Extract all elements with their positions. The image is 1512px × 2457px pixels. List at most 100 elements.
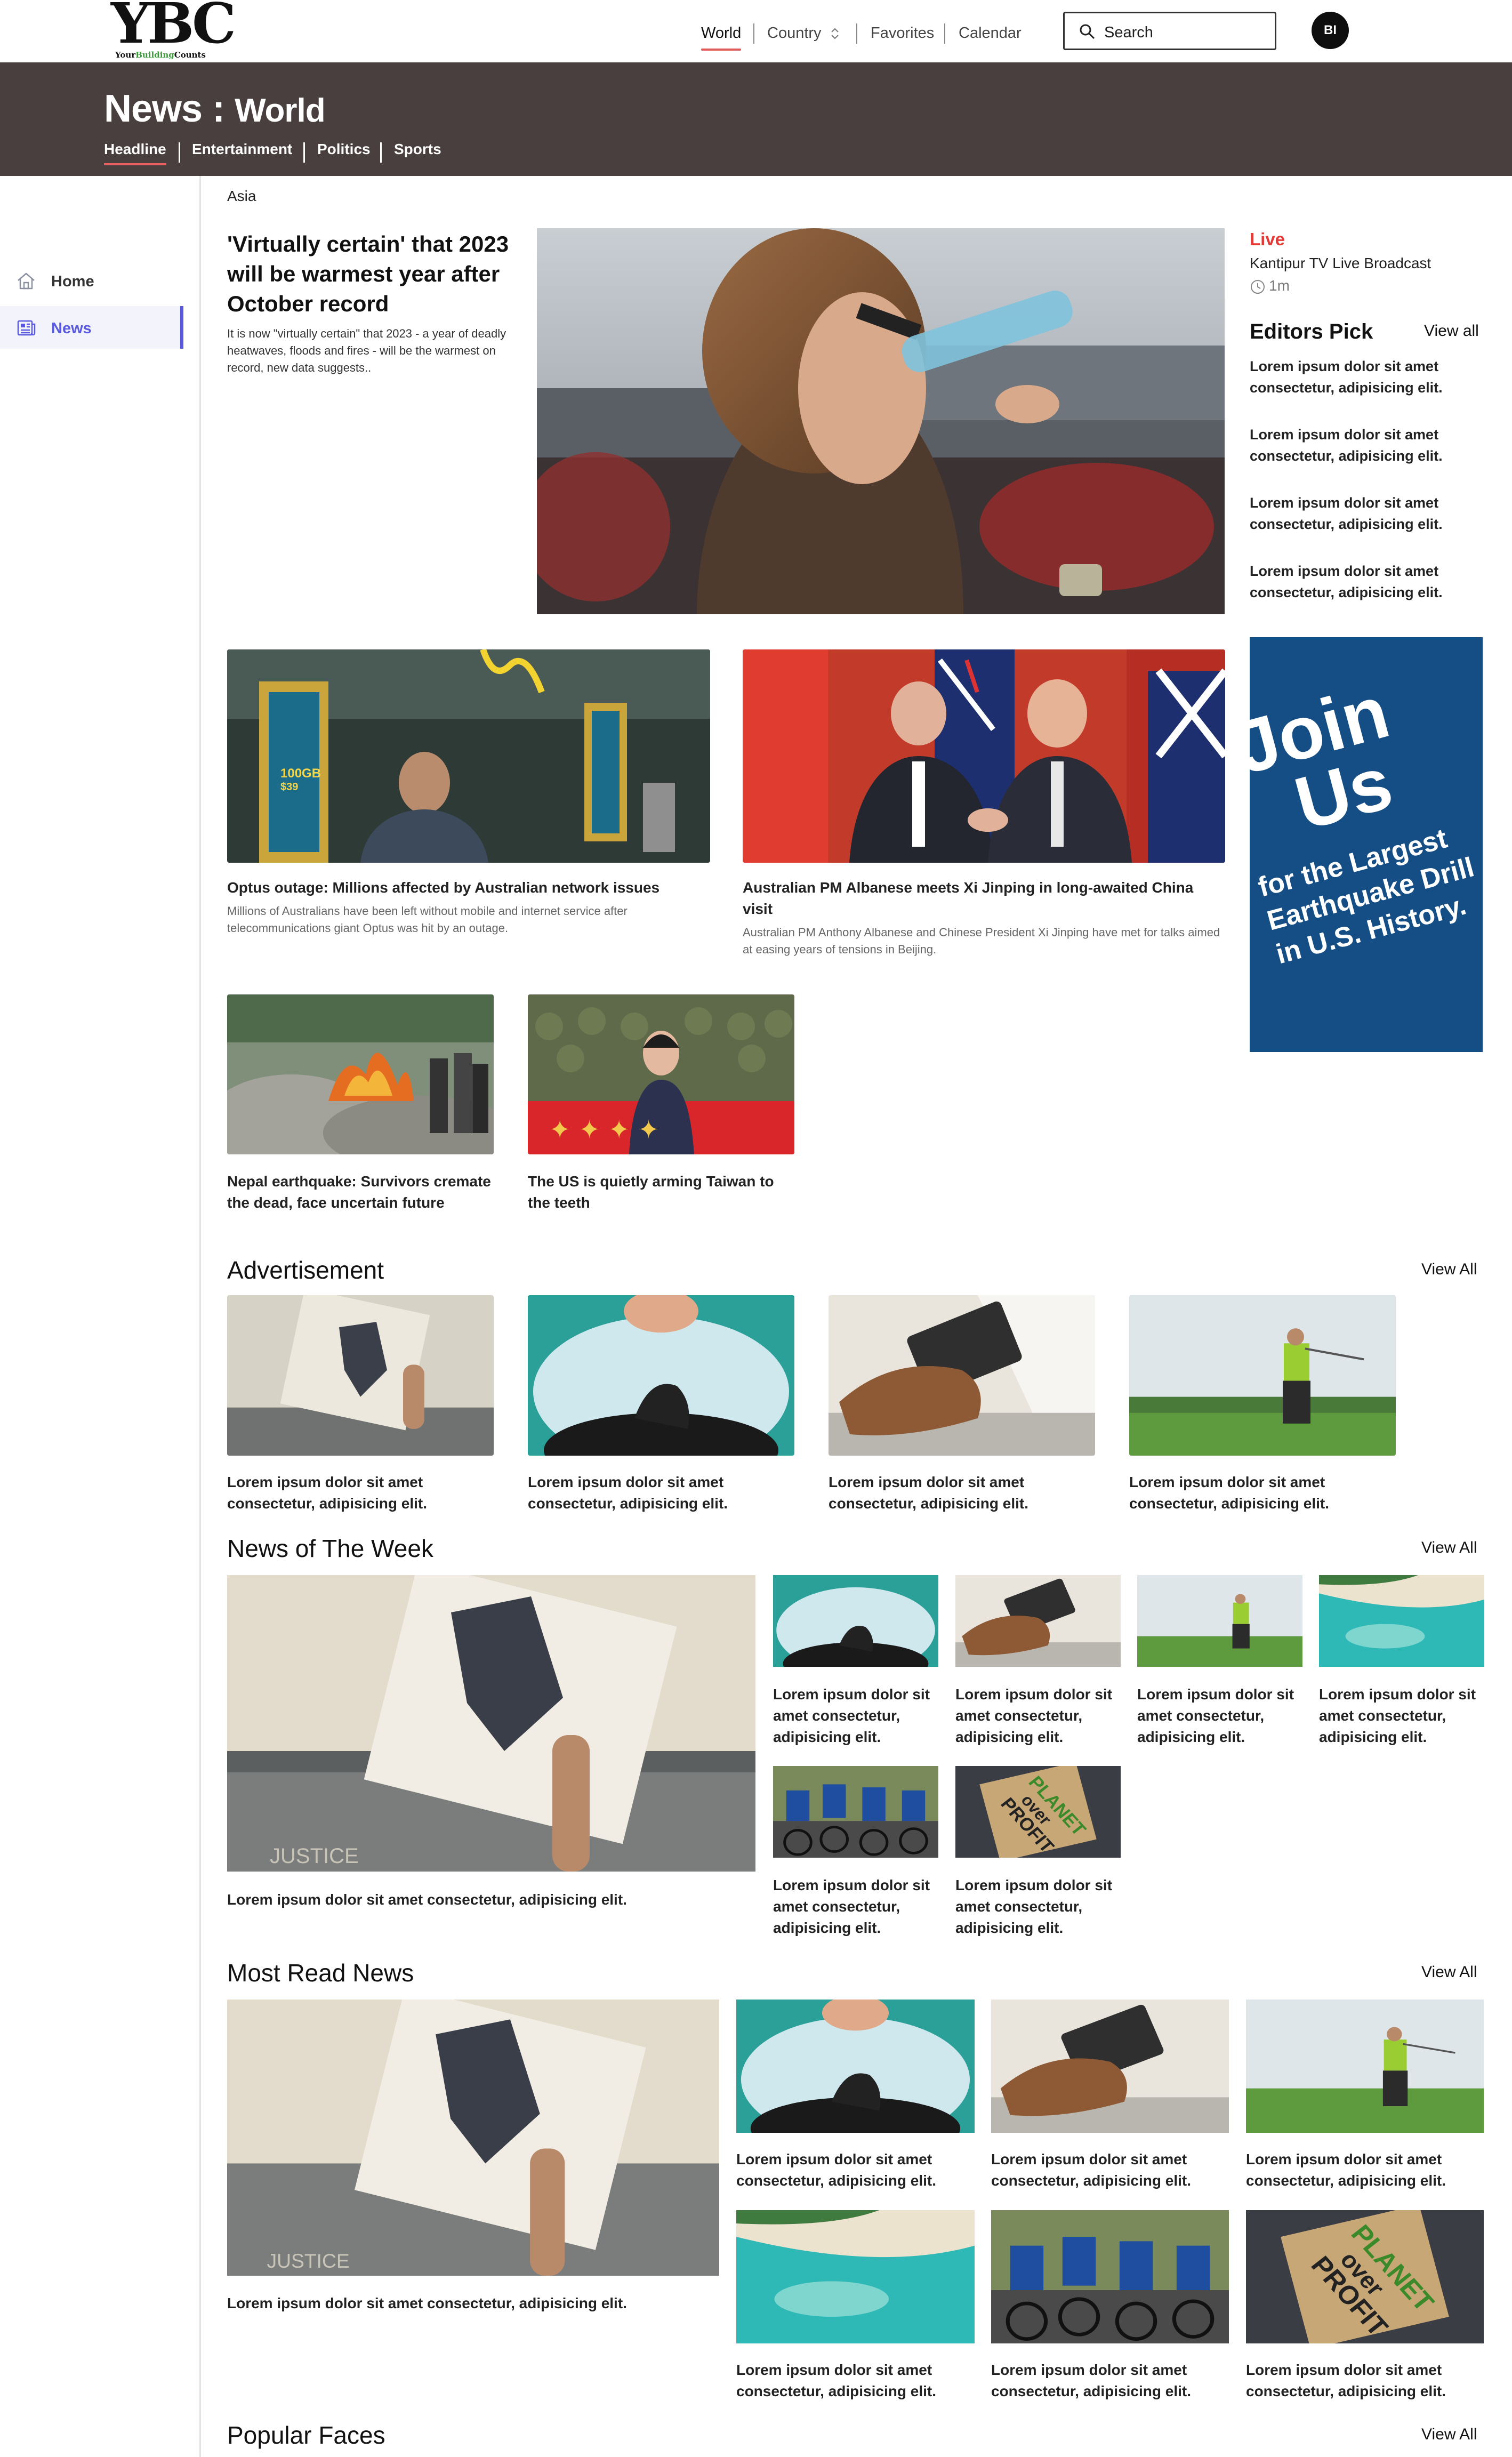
- most-read-thumb-planet-sign[interactable]: PLANET over PROFIT: [1246, 2210, 1484, 2343]
- week-main-image[interactable]: JUSTICE: [227, 1575, 755, 1872]
- ad-image-card[interactable]: [829, 1295, 1095, 1456]
- search-input[interactable]: Search: [1063, 12, 1276, 50]
- week-caption[interactable]: Lorem ipsum dolor sit amet consectetur, …: [773, 1684, 938, 1748]
- editors-pick-item[interactable]: Lorem ipsum dolor sit amet consectetur, …: [1250, 424, 1484, 467]
- week-caption[interactable]: Lorem ipsum dolor sit amet consectetur, …: [955, 1875, 1121, 1939]
- week-thumb-hug[interactable]: [773, 1575, 938, 1667]
- most-read-main-image[interactable]: JUSTICE: [227, 2000, 719, 2276]
- week-thumb-cyclists[interactable]: [773, 1766, 938, 1858]
- nav-favorites[interactable]: Favorites: [871, 25, 934, 42]
- nav-divider: [856, 23, 857, 44]
- advertisement-title: Advertisement: [227, 1256, 384, 1284]
- lead-headline[interactable]: 'Virtually certain' that 2023 will be wa…: [227, 229, 515, 319]
- chevron-updown-icon: [831, 28, 839, 39]
- tab-entertainment[interactable]: Entertainment: [192, 141, 292, 158]
- week-thumb-beach[interactable]: [1319, 1575, 1484, 1667]
- top-bar: YBC YourBuildingCounts World Country Fav…: [0, 0, 1512, 62]
- optus-headline[interactable]: Optus outage: Millions affected by Austr…: [227, 877, 710, 898]
- most-read-title: Most Read News: [227, 1959, 414, 1987]
- most-read-caption[interactable]: Lorem ipsum dolor sit amet consectetur, …: [1246, 2149, 1484, 2191]
- week-caption[interactable]: Lorem ipsum dolor sit amet consectetur, …: [773, 1875, 938, 1939]
- editors-view-all[interactable]: View all: [1424, 322, 1479, 340]
- sidebar-item-news[interactable]: News: [0, 306, 183, 349]
- taiwan-headline[interactable]: The US is quietly arming Taiwan to the t…: [528, 1171, 794, 1214]
- ad-caption[interactable]: Lorem ipsum dolor sit amet consectetur, …: [528, 1472, 794, 1514]
- most-read-thumb-beach[interactable]: [736, 2210, 975, 2343]
- nav-country[interactable]: Country: [767, 25, 841, 42]
- search-icon: [1080, 24, 1095, 39]
- week-caption[interactable]: Lorem ipsum dolor sit amet consectetur, …: [955, 1684, 1121, 1748]
- svg-text:✦ ✦ ✦ ✦: ✦ ✦ ✦ ✦: [549, 1115, 660, 1145]
- editors-pick-item[interactable]: Lorem ipsum dolor sit amet consectetur, …: [1250, 560, 1484, 603]
- svg-text:100GB: 100GB: [280, 766, 321, 781]
- nav-world[interactable]: World: [701, 25, 742, 51]
- search-placeholder: Search: [1104, 24, 1153, 41]
- nav-divider: [944, 23, 945, 44]
- lead-story[interactable]: 'Virtually certain' that 2023 will be wa…: [227, 229, 515, 376]
- week-view-all[interactable]: View All: [1421, 1539, 1477, 1557]
- live-time: 1m: [1250, 277, 1290, 295]
- taiwan-image[interactable]: ✦ ✦ ✦ ✦: [528, 994, 794, 1154]
- newspaper-icon: [17, 320, 36, 336]
- ad-image-golf[interactable]: [1129, 1295, 1396, 1456]
- tab-headline[interactable]: Headline: [104, 141, 166, 165]
- most-read-caption[interactable]: Lorem ipsum dolor sit amet consectetur, …: [736, 2149, 975, 2191]
- ad-caption[interactable]: Lorem ipsum dolor sit amet consectetur, …: [829, 1472, 1095, 1514]
- popular-view-all[interactable]: View All: [1421, 2426, 1477, 2444]
- lead-image[interactable]: [537, 228, 1225, 614]
- ad-image-protest[interactable]: [227, 1295, 494, 1456]
- user-avatar[interactable]: BI: [1312, 12, 1349, 49]
- sidebar-item-label: Home: [51, 273, 94, 290]
- week-caption[interactable]: Lorem ipsum dolor sit amet consectetur, …: [1319, 1684, 1484, 1748]
- svg-text:JUSTICE: JUSTICE: [270, 1844, 359, 1868]
- clock-icon: [1251, 279, 1265, 294]
- logo-tagline: YourBuildingCounts: [115, 50, 206, 60]
- lead-summary: It is now "virtually certain" that 2023 …: [227, 327, 506, 374]
- albanese-headline[interactable]: Australian PM Albanese meets Xi Jinping …: [743, 877, 1225, 920]
- earthquake-drill-ad[interactable]: Join Us for the Largest Earthquake Drill…: [1250, 637, 1483, 1052]
- ad-image-hug[interactable]: [528, 1295, 794, 1456]
- ybc-logo[interactable]: YBC YourBuildingCounts: [111, 0, 236, 62]
- editors-pick-item[interactable]: Lorem ipsum dolor sit amet consectetur, …: [1250, 492, 1484, 535]
- optus-summary: Millions of Australians have been left w…: [227, 904, 628, 935]
- albanese-xi-image[interactable]: [743, 649, 1225, 863]
- live-label[interactable]: Live: [1250, 229, 1285, 250]
- most-read-main-caption[interactable]: Lorem ipsum dolor sit amet consectetur, …: [227, 2293, 719, 2314]
- ad-artwork: Join Us for the Largest Earthquake Drill…: [1250, 669, 1477, 970]
- ad-caption[interactable]: Lorem ipsum dolor sit amet consectetur, …: [227, 1472, 494, 1514]
- most-read-thumb-card[interactable]: [991, 2000, 1229, 2133]
- ad-caption[interactable]: Lorem ipsum dolor sit amet consectetur, …: [1129, 1472, 1396, 1514]
- live-channel[interactable]: Kantipur TV Live Broadcast: [1250, 255, 1431, 272]
- week-thumb-card[interactable]: [955, 1575, 1121, 1667]
- tab-sports[interactable]: Sports: [394, 141, 441, 158]
- sidebar-item-home[interactable]: Home: [0, 259, 183, 302]
- week-thumb-golf[interactable]: [1137, 1575, 1302, 1667]
- sidebar: Home News: [0, 176, 201, 2457]
- week-main-caption[interactable]: Lorem ipsum dolor sit amet consectetur, …: [227, 1889, 755, 1910]
- week-thumb-planet-sign[interactable]: PLANET over PROFIT: [955, 1766, 1121, 1858]
- nepal-headline[interactable]: Nepal earthquake: Survivors cremate the …: [227, 1171, 494, 1214]
- tab-politics[interactable]: Politics: [317, 141, 371, 158]
- most-read-view-all[interactable]: View All: [1421, 1963, 1477, 1981]
- news-of-week-title: News of The Week: [227, 1535, 433, 1562]
- most-read-caption[interactable]: Lorem ipsum dolor sit amet consectetur, …: [736, 2359, 975, 2402]
- advertisement-view-all[interactable]: View All: [1421, 1260, 1477, 1279]
- most-read-thumb-golf[interactable]: [1246, 2000, 1484, 2133]
- most-read-thumb-cyclists[interactable]: [991, 2210, 1229, 2343]
- most-read-caption[interactable]: Lorem ipsum dolor sit amet consectetur, …: [991, 2359, 1229, 2402]
- most-read-caption[interactable]: Lorem ipsum dolor sit amet consectetur, …: [991, 2149, 1229, 2191]
- nepal-earthquake-image[interactable]: [227, 994, 494, 1154]
- editors-pick-item[interactable]: Lorem ipsum dolor sit amet consectetur, …: [1250, 356, 1484, 398]
- nav-divider: [753, 23, 754, 44]
- nav-calendar[interactable]: Calendar: [959, 25, 1022, 42]
- most-read-caption[interactable]: Lorem ipsum dolor sit amet consectetur, …: [1246, 2359, 1484, 2402]
- category-banner: News : World Headline Entertainment Poli…: [0, 62, 1512, 176]
- sidebar-item-label: News: [51, 320, 92, 337]
- optus-store-image[interactable]: 100GB $39: [227, 649, 710, 863]
- tab-divider: [179, 142, 180, 163]
- week-caption[interactable]: Lorem ipsum dolor sit amet consectetur, …: [1137, 1684, 1302, 1748]
- most-read-thumb-hug[interactable]: [736, 2000, 975, 2133]
- tab-divider: [303, 142, 305, 163]
- popular-faces-title: Popular Faces: [227, 2421, 385, 2449]
- page-title: News : World: [104, 87, 326, 130]
